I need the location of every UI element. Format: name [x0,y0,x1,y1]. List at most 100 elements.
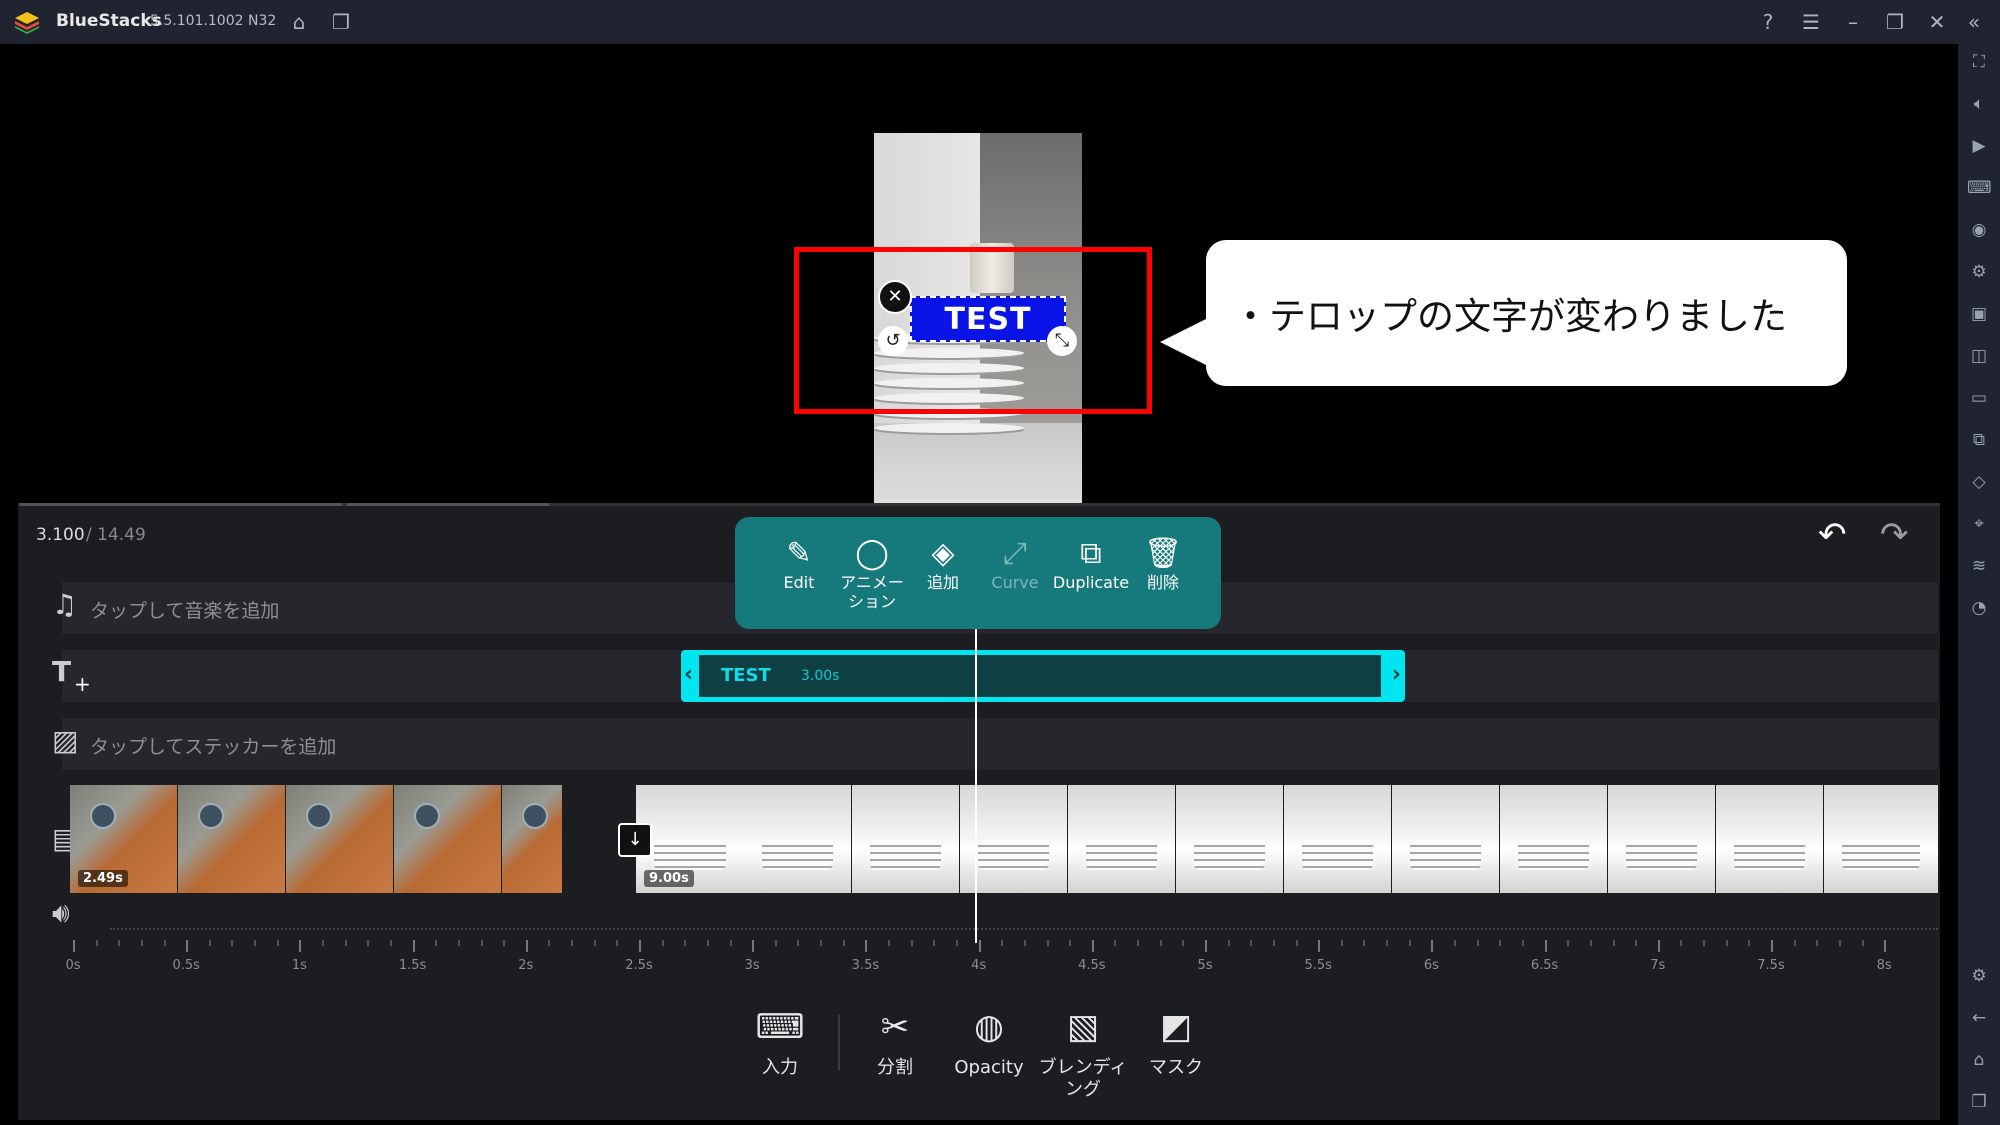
audio-volume-icon[interactable]: 🔊︎ [52,896,70,930]
ruler-minor-tick [1069,940,1072,946]
ruler-minor-tick [1612,940,1615,946]
text-clip-name: TEST [721,665,771,686]
ruler-minor-tick [1816,940,1819,946]
ruler-minor-tick [1748,940,1751,946]
sticker-lane[interactable]: タップしてステッカーを追加 [62,718,1938,770]
menu-icon[interactable]: ☰ [1799,10,1823,34]
animation-label: アニメーション [840,573,904,611]
close-window-icon[interactable]: ✕ [1925,10,1949,34]
folder-icon[interactable]: ▭ [1967,386,1991,410]
time-ruler[interactable]: 0s 0.5s 1s 1.5s 2s 2.5s 3s 3.5s 4s 4.5s 5s 5.5s 6s 6.… [62,940,1938,980]
macro-icon[interactable]: ◉ [1967,218,1991,242]
ruler-label: 4.5s [1078,958,1106,973]
layers-icon[interactable]: ≋ [1967,554,1991,578]
clip-trim-left-icon[interactable]: ‹ [684,662,693,687]
help-icon[interactable]: ? [1756,10,1780,34]
redo-icon[interactable]: ↷ [1880,515,1909,555]
ruler-minor-tick [1589,940,1592,946]
screen-record-icon[interactable]: ▶ [1967,134,1991,158]
current-time: 3.100 [36,525,85,545]
clip-trim-right-icon[interactable]: › [1392,662,1401,687]
ruler-major-tick [412,940,415,952]
duplicate-button[interactable]: ⧉ Duplicate [1046,535,1136,592]
video-filmstrip[interactable]: 2.49s 9.00s ↓ [70,785,1938,893]
preview-progress-segment [347,503,549,506]
animation-icon: ◯ [855,536,889,571]
video-frame [852,785,959,893]
ruler-minor-tick [1182,940,1185,946]
edit-button[interactable]: ✎ Edit [763,535,835,592]
clip1-duration-badge: 2.49s [78,870,128,887]
ruler-minor-tick [1838,940,1841,946]
playhead[interactable] [975,625,977,943]
ruler-minor-tick [435,940,438,946]
ruler-minor-tick [1340,940,1343,946]
ruler-major-tick [1091,940,1094,952]
video-frame [1068,785,1175,893]
android-home-icon[interactable]: ⌂ [1967,1048,1991,1072]
ruler-label: 2s [518,958,534,973]
ruler-minor-tick [842,940,845,946]
ruler-major-tick [525,940,528,952]
curve-icon: ⤢ [1003,536,1027,571]
sync-icon[interactable]: ◔ [1967,596,1991,620]
recent-apps-icon[interactable]: ❐ [1967,1090,1991,1114]
duplicate-label: Duplicate [1052,573,1130,592]
volume-icon[interactable]: 🔈︎ [1967,92,1991,116]
keyboard-icon[interactable]: ⌨ [1967,176,1992,200]
highlight-box [794,247,1152,414]
gamepad-icon[interactable]: ⚙ [1967,260,1991,284]
delete-label: 削除 [1146,573,1179,592]
transition-icon[interactable]: ↓ [618,823,652,857]
undo-icon[interactable]: ↶ [1818,515,1847,555]
animation-button[interactable]: ◯ アニメーション [833,535,911,611]
ruler-minor-tick [706,940,709,946]
mask-tool-button[interactable]: ◩ マスク [1121,1005,1231,1079]
ruler-label: 3.5s [851,958,880,973]
ruler-label: 4s [971,958,987,973]
ruler-minor-tick [593,940,596,946]
fullscreen-icon[interactable]: ⛶ [1967,50,1991,74]
home-icon[interactable]: ⌂ [287,10,311,34]
screenshot-icon[interactable]: ◫ [1967,344,1991,368]
add-text-icon[interactable]: T [52,655,71,688]
apk-install-icon[interactable]: ▣ [1967,302,1991,326]
ruler-label: 6s [1423,958,1439,973]
text-clip-duration: 3.00s [801,668,840,684]
curve-button[interactable]: ⤢ Curve [979,535,1051,592]
eco-mode-icon[interactable]: ◇ [1967,470,1991,494]
minimize-icon[interactable]: – [1841,10,1865,34]
ruler-minor-tick [1272,940,1275,946]
text-clip[interactable]: ‹ TEST 3.00s › [681,650,1405,702]
restore-icon[interactable]: ❐ [1883,10,1907,34]
collapse-sidebar-icon[interactable]: « [1962,10,1986,34]
ruler-minor-tick [933,940,936,946]
add-text-plus-icon: + [74,672,91,696]
add-effect-button[interactable]: ◈ 追加 [907,535,979,592]
ruler-label: 0.5s [172,958,200,973]
location-icon[interactable]: ⌖ [1967,512,1991,536]
multi-instance-icon[interactable]: ❐ [329,10,353,34]
input-tool-button[interactable]: ⌨ 入力 [725,1005,835,1079]
ruler-minor-tick [1023,940,1026,946]
ruler-minor-tick [1725,940,1728,946]
ruler-minor-tick [774,940,777,946]
ruler-minor-tick [661,940,664,946]
curve-label: Curve [991,573,1039,592]
delete-button[interactable]: 🗑︎ 削除 [1127,535,1199,592]
add-music-icon[interactable]: ♫ [52,588,77,621]
mask-icon: ◩ [1159,1007,1193,1047]
ruler-minor-tick [457,940,460,946]
ruler-major-tick [1657,940,1660,952]
app-version: 5.5.101.1002 N32 [150,13,277,29]
ruler-minor-tick [684,940,687,946]
settings-icon[interactable]: ⚙ [1967,964,1991,988]
ruler-minor-tick [548,940,551,946]
ruler-minor-tick [616,940,619,946]
video-frame [178,785,285,893]
ruler-label: 1.5s [398,958,427,973]
ruler-minor-tick [1408,940,1411,946]
add-sticker-icon[interactable]: ▨ [52,724,78,757]
back-icon[interactable]: ← [1967,1006,1991,1030]
multi-window-icon[interactable]: ⧉ [1967,428,1991,452]
